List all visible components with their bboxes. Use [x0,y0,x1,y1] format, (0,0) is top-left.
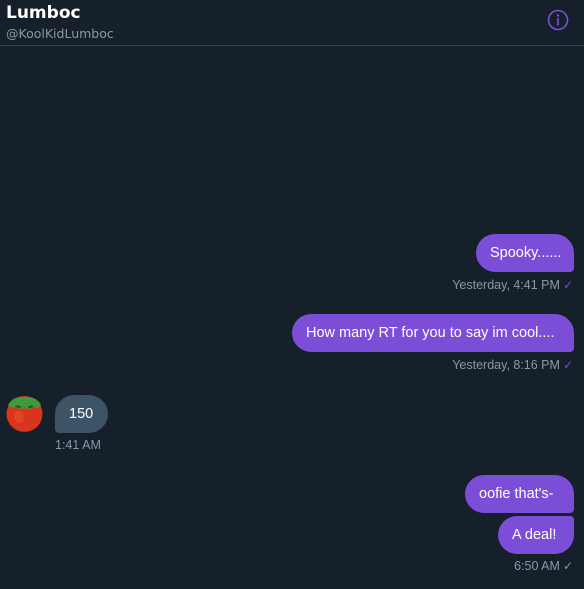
timestamp-text: Yesterday, 4:41 PM [452,278,560,292]
sent-check-icon: ✓ [562,559,573,573]
message-bubble-sent[interactable]: oofie that's- [465,475,574,513]
message-bubble-sent[interactable]: A deal! [498,516,574,554]
message-bubble-received[interactable]: 150 [55,395,108,433]
contact-handle[interactable]: @KoolKidLumboc [6,25,114,42]
info-icon[interactable] [547,9,569,31]
message-bubble-sent[interactable]: Spooky...... [476,234,574,272]
read-check-icon: ✓ [562,358,573,372]
message-timestamp: Yesterday, 8:16 PM ✓ [452,357,573,373]
read-check-icon: ✓ [562,278,573,292]
contact-name[interactable]: Lumboc [6,2,81,24]
timestamp-text: Yesterday, 8:16 PM [452,358,560,372]
message-timestamp: 1:41 AM [55,438,101,452]
message-timestamp: Yesterday, 4:41 PM ✓ [452,277,573,293]
tomato-avatar[interactable] [5,393,44,432]
message-bubble-sent[interactable]: How many RT for you to say im cool.... [292,314,574,352]
conversation-header: Lumboc @KoolKidLumboc [0,0,584,46]
timestamp-text: 6:50 AM [514,559,560,573]
message-timestamp: 6:50 AM ✓ [514,558,573,574]
